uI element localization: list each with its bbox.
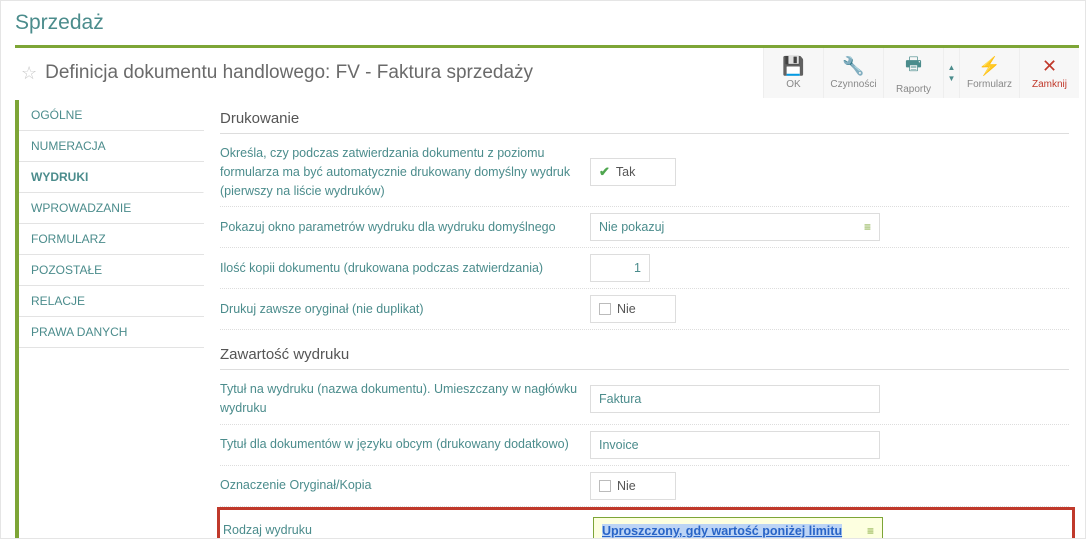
toolbar: 💾 OK 🔧 Czynności 🖶 Raporty ▲▼ ⚡ Formular… (763, 48, 1079, 98)
chevron-down-icon: ▼ (948, 74, 956, 83)
label-foreign-title: Tytuł dla dokumentów w języku obcym (dru… (220, 435, 590, 454)
row-rodzaj-wydruku: Rodzaj wydruku Uproszczony, gdy wartość … (220, 511, 1069, 539)
label-title-on-print: Tytuł na wydruku (nazwa dokumentu). Umie… (220, 380, 590, 418)
form-button[interactable]: ⚡ Formularz (959, 48, 1019, 98)
highlighted-row-rodzaj-wydruku: Rodzaj wydruku Uproszczony, gdy wartość … (217, 507, 1075, 539)
close-button[interactable]: ✕ Zamknij (1019, 48, 1079, 98)
label-print-auto: Określa, czy podczas zatwierdzania dokum… (220, 144, 590, 200)
row-foreign-title: Tytuł dla dokumentów w języku obcym (dru… (220, 425, 1069, 466)
sidebar-item-wydruki[interactable]: WYDRUKI (19, 162, 204, 193)
section-title-drukowanie: Drukowanie (220, 104, 1069, 134)
toggle-print-auto[interactable]: ✔ Tak (590, 158, 676, 186)
select-rodzaj-wydruku-value: Uproszczony, gdy wartość poniżej limitu (602, 524, 842, 538)
sidebar-item-relacje[interactable]: RELACJE (19, 286, 204, 317)
select-rodzaj-wydruku[interactable]: Uproszczony, gdy wartość poniżej limitu … (593, 517, 883, 539)
form-label: Formularz (967, 79, 1012, 90)
label-original-copy: Oznaczenie Oryginał/Kopia (220, 476, 590, 495)
select-show-params[interactable]: Nie pokazuj ≡ (590, 213, 880, 241)
row-always-original: Drukuj zawsze oryginał (nie duplikat) Ni… (220, 289, 1069, 330)
input-copies-value: 1 (599, 261, 641, 275)
input-foreign-title[interactable] (590, 431, 880, 459)
bolt-icon: ⚡ (978, 56, 1000, 77)
toggle-print-auto-value: Tak (616, 165, 635, 179)
document-bar: ☆ Definicja dokumentu handlowego: FV - F… (15, 45, 1079, 98)
save-icon: 💾 (782, 56, 804, 77)
chevron-up-icon: ▲ (948, 63, 956, 72)
page-root: Sprzedaż ☆ Definicja dokumentu handloweg… (0, 0, 1086, 539)
select-show-params-value: Nie pokazuj (599, 220, 664, 234)
body-split: OGÓLNE NUMERACJA WYDRUKI WPROWADZANIE FO… (15, 100, 1079, 539)
document-bar-left: ☆ Definicja dokumentu handlowego: FV - F… (15, 48, 763, 98)
input-title-on-print[interactable] (590, 385, 880, 413)
page-header: Sprzedaż (1, 1, 1085, 41)
row-show-params: Pokazuj okno parametrów wydruku dla wydr… (220, 207, 1069, 248)
actions-button[interactable]: 🔧 Czynności (823, 48, 883, 98)
input-copies[interactable]: 1 (590, 254, 650, 282)
label-show-params: Pokazuj okno parametrów wydruku dla wydr… (220, 218, 590, 237)
reports-button[interactable]: 🖶 Raporty (883, 48, 943, 98)
checkbox-original-copy-value: Nie (617, 479, 636, 493)
toolbar-dropdown[interactable]: ▲▼ (943, 48, 959, 98)
printer-icon: 🖶 (905, 52, 922, 82)
label-rodzaj-wydruku: Rodzaj wydruku (223, 521, 593, 539)
reports-label: Raporty (896, 84, 931, 95)
section-title-zawartosc: Zawartość wydruku (220, 340, 1069, 370)
sidebar-item-formularz[interactable]: FORMULARZ (19, 224, 204, 255)
wrench-icon: 🔧 (842, 56, 864, 77)
row-original-copy: Oznaczenie Oryginał/Kopia Nie (220, 466, 1069, 507)
checkbox-box-icon (599, 480, 611, 492)
close-icon: ✕ (1042, 56, 1057, 77)
list-icon: ≡ (864, 220, 871, 234)
sidebar: OGÓLNE NUMERACJA WYDRUKI WPROWADZANIE FO… (19, 100, 204, 539)
document-container: ☆ Definicja dokumentu handlowego: FV - F… (15, 45, 1079, 539)
row-print-auto: Określa, czy podczas zatwierdzania dokum… (220, 138, 1069, 207)
ok-label: OK (786, 79, 800, 90)
sidebar-item-wprowadzanie[interactable]: WPROWADZANIE (19, 193, 204, 224)
label-always-original: Drukuj zawsze oryginał (nie duplikat) (220, 300, 590, 319)
document-title: Definicja dokumentu handlowego: FV - Fak… (45, 62, 533, 84)
favorite-star-icon[interactable]: ☆ (21, 63, 37, 84)
check-icon: ✔ (599, 164, 610, 180)
list-icon: ≡ (867, 524, 874, 538)
actions-label: Czynności (830, 79, 876, 90)
sidebar-item-prawa-danych[interactable]: PRAWA DANYCH (19, 317, 204, 348)
checkbox-always-original-value: Nie (617, 302, 636, 316)
close-label: Zamknij (1032, 79, 1067, 90)
label-copies: Ilość kopii dokumentu (drukowana podczas… (220, 259, 590, 278)
checkbox-always-original[interactable]: Nie (590, 295, 676, 323)
checkbox-box-icon (599, 303, 611, 315)
sidebar-item-numeracja[interactable]: NUMERACJA (19, 131, 204, 162)
row-title-on-print: Tytuł na wydruku (nazwa dokumentu). Umie… (220, 374, 1069, 425)
checkbox-original-copy[interactable]: Nie (590, 472, 676, 500)
row-copies: Ilość kopii dokumentu (drukowana podczas… (220, 248, 1069, 289)
ok-button[interactable]: 💾 OK (763, 48, 823, 98)
content-panel: Drukowanie Określa, czy podczas zatwierd… (204, 100, 1079, 539)
sidebar-item-pozostale[interactable]: POZOSTAŁE (19, 255, 204, 286)
page-title: Sprzedaż (15, 11, 1071, 35)
sidebar-item-ogolne[interactable]: OGÓLNE (19, 100, 204, 131)
